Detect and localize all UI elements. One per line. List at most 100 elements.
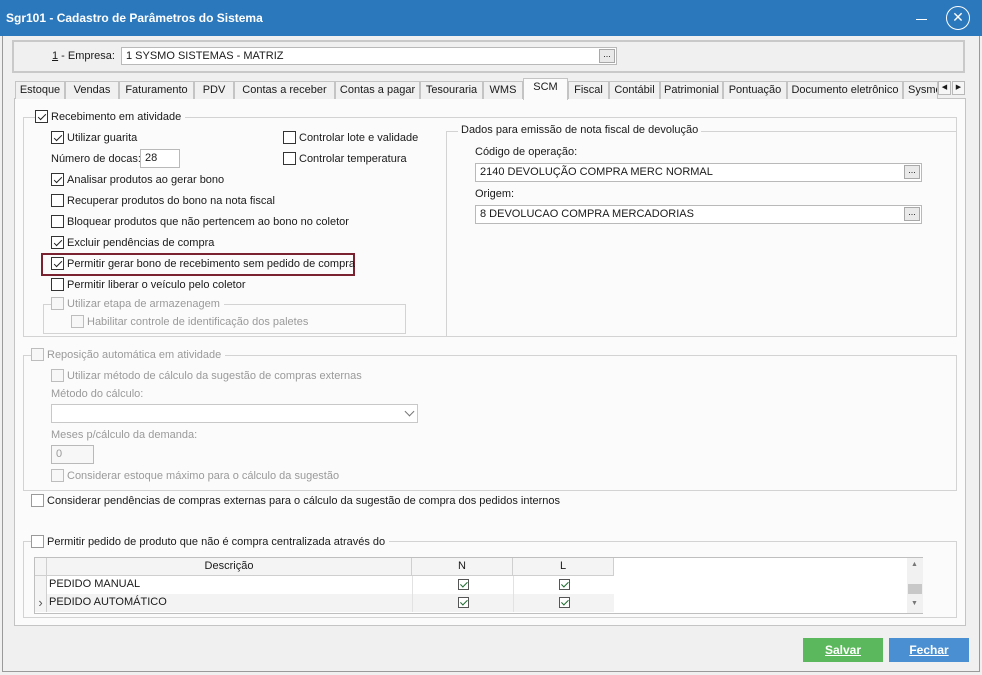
save-button[interactable]: Salvar <box>803 638 883 662</box>
grid-header-description[interactable]: Descrição <box>47 558 412 576</box>
origin-lookup-button[interactable]: ... <box>904 207 920 221</box>
checkbox-box <box>51 278 64 291</box>
tab-contabil[interactable]: Contábil <box>609 81 660 99</box>
receipt-active-checkbox[interactable]: Recebimento em atividade <box>35 110 186 123</box>
checkbox-box <box>51 131 64 144</box>
row-n-checkbox[interactable] <box>458 597 469 608</box>
tab-scm[interactable]: SCM <box>523 78 568 100</box>
row-description: PEDIDO AUTOMÁTICO <box>47 594 412 612</box>
operation-code-field[interactable]: 2140 DEVOLUÇÃO COMPRA MERC NORMAL <box>475 163 922 182</box>
save-button-label: Salvar <box>824 643 862 657</box>
company-label: 1 - Empresa: <box>52 50 115 62</box>
return-invoice-group <box>446 131 957 337</box>
tab-tesouraria[interactable]: Tesouraria <box>420 81 483 99</box>
close-button[interactable]: Fechar <box>889 638 969 662</box>
company-field[interactable]: 1 SYSMO SISTEMAS - MATRIZ <box>121 47 617 65</box>
origin-label: Origem: <box>475 188 515 200</box>
tab-patrimonial[interactable]: Patrimonial <box>660 81 723 99</box>
title-bar: Sgr101 - Cadastro de Parâmetros do Siste… <box>0 0 982 36</box>
grid-scrollbar[interactable]: ▲ ▼ <box>907 558 923 613</box>
checkbox-box <box>51 236 64 249</box>
delete-pending-checkbox[interactable]: Excluir pendências de compra <box>51 236 214 249</box>
close-window-button[interactable]: ✕ <box>946 6 970 30</box>
checkbox-box <box>51 215 64 228</box>
consider-pending-checkbox[interactable]: Considerar pendências de compras externa… <box>31 494 560 507</box>
central-label: Permitir pedido de produto que não é com… <box>47 535 386 548</box>
company-lookup-button[interactable]: ... <box>599 49 615 63</box>
control-temp-checkbox[interactable]: Controlar temperatura <box>283 152 407 165</box>
grid-corner <box>35 558 47 576</box>
tab-estoque[interactable]: Estoque <box>15 81 65 99</box>
allow-no-order-checkbox[interactable]: Permitir gerar bono de recebimento sem p… <box>51 257 355 270</box>
close-icon: ✕ <box>952 9 964 25</box>
central-grid: Descrição N L PEDIDO MANUAL › PEDIDO AUT… <box>34 557 923 614</box>
consider-max-label: Considerar estoque máximo para o cálculo… <box>67 469 340 482</box>
months-label: Meses p/cálculo da demanda: <box>51 429 198 441</box>
receipt-active-label: Recebimento em atividade <box>51 110 182 123</box>
checkbox-box <box>51 257 64 270</box>
tab-faturamento[interactable]: Faturamento <box>119 81 194 99</box>
tab-scroll-left-icon[interactable]: ◀ <box>938 81 951 95</box>
months-input[interactable]: 0 <box>51 445 94 464</box>
method-select[interactable] <box>51 404 418 423</box>
tab-pdv[interactable]: PDV <box>194 81 234 99</box>
analyze-products-label: Analisar produtos ao gerar bono <box>67 173 225 186</box>
tab-wms[interactable]: WMS <box>483 81 523 99</box>
return-invoice-title: Dados para emissão de nota fiscal de dev… <box>458 124 702 136</box>
row-selector <box>35 576 47 594</box>
row-n-cell <box>412 576 513 594</box>
docks-input[interactable]: 28 <box>140 149 180 168</box>
row-l-checkbox[interactable] <box>559 597 570 608</box>
use-method-checkbox[interactable]: Utilizar método de cálculo da sugestão d… <box>51 369 362 382</box>
row-n-checkbox[interactable] <box>458 579 469 590</box>
checkbox-box <box>31 535 44 548</box>
row-l-cell <box>513 594 614 612</box>
scroll-thumb[interactable] <box>908 584 922 594</box>
analyze-products-checkbox[interactable]: Analisar produtos ao gerar bono <box>51 173 224 186</box>
block-products-label: Bloquear produtos que não pertencem ao b… <box>67 215 349 228</box>
tab-scroll-right-icon[interactable]: ▶ <box>952 81 965 95</box>
use-guard-checkbox[interactable]: Utilizar guarita <box>51 131 137 144</box>
scroll-down-icon[interactable]: ▼ <box>911 600 918 607</box>
operation-code-label: Código de operação: <box>475 146 578 158</box>
allow-release-vehicle-checkbox[interactable]: Permitir liberar o veículo pelo coletor <box>51 278 246 291</box>
checkbox-box <box>35 110 48 123</box>
central-checkbox[interactable]: Permitir pedido de produto que não é com… <box>31 535 390 548</box>
allow-release-vehicle-label: Permitir liberar o veículo pelo coletor <box>67 278 246 291</box>
window-title: Sgr101 - Cadastro de Parâmetros do Siste… <box>6 11 263 25</box>
checkbox-box <box>31 494 44 507</box>
block-products-checkbox[interactable]: Bloquear produtos que não pertencem ao b… <box>51 215 349 228</box>
row-marker-icon: › <box>35 594 47 612</box>
use-guard-label: Utilizar guarita <box>67 131 138 144</box>
recover-products-checkbox[interactable]: Recuperar produtos do bono na nota fisca… <box>51 194 275 207</box>
company-label-text: - Empresa: <box>58 50 115 62</box>
row-l-cell <box>513 576 614 594</box>
minimize-button[interactable] <box>912 9 932 29</box>
tab-documento-eletronico[interactable]: Documento eletrônico <box>787 81 903 99</box>
docks-label: Número de docas: <box>51 153 141 165</box>
pallet-control-checkbox[interactable]: Habilitar controle de identificação dos … <box>71 315 308 328</box>
grid-header-l[interactable]: L <box>513 558 614 576</box>
operation-code-lookup-button[interactable]: ... <box>904 165 920 179</box>
consider-max-checkbox[interactable]: Considerar estoque máximo para o cálculo… <box>51 469 339 482</box>
replenish-active-label: Reposição automática em atividade <box>47 348 222 361</box>
row-description: PEDIDO MANUAL <box>49 578 141 590</box>
allow-no-order-label: Permitir gerar bono de recebimento sem p… <box>67 257 355 270</box>
storage-step-checkbox[interactable]: Utilizar etapa de armazenagem <box>51 297 224 310</box>
control-lot-checkbox[interactable]: Controlar lote e validade <box>283 131 418 144</box>
tab-pontuacao[interactable]: Pontuação <box>723 81 787 99</box>
replenish-active-checkbox[interactable]: Reposição automática em atividade <box>31 348 226 361</box>
delete-pending-label: Excluir pendências de compra <box>67 236 215 249</box>
tab-contas-receber[interactable]: Contas a receber <box>234 81 335 99</box>
tab-sysmo[interactable]: Sysmo <box>903 81 938 99</box>
checkbox-box <box>283 152 296 165</box>
scroll-up-icon[interactable]: ▲ <box>911 561 918 568</box>
grid-header-n[interactable]: N <box>412 558 513 576</box>
consider-pending-label: Considerar pendências de compras externa… <box>47 494 561 507</box>
tab-contas-pagar[interactable]: Contas a pagar <box>335 81 420 99</box>
origin-field[interactable]: 8 DEVOLUCAO COMPRA MERCADORIAS <box>475 205 922 224</box>
close-button-label: Fechar <box>909 643 949 657</box>
tab-vendas[interactable]: Vendas <box>65 81 119 99</box>
tab-fiscal[interactable]: Fiscal <box>568 81 609 99</box>
row-l-checkbox[interactable] <box>559 579 570 590</box>
